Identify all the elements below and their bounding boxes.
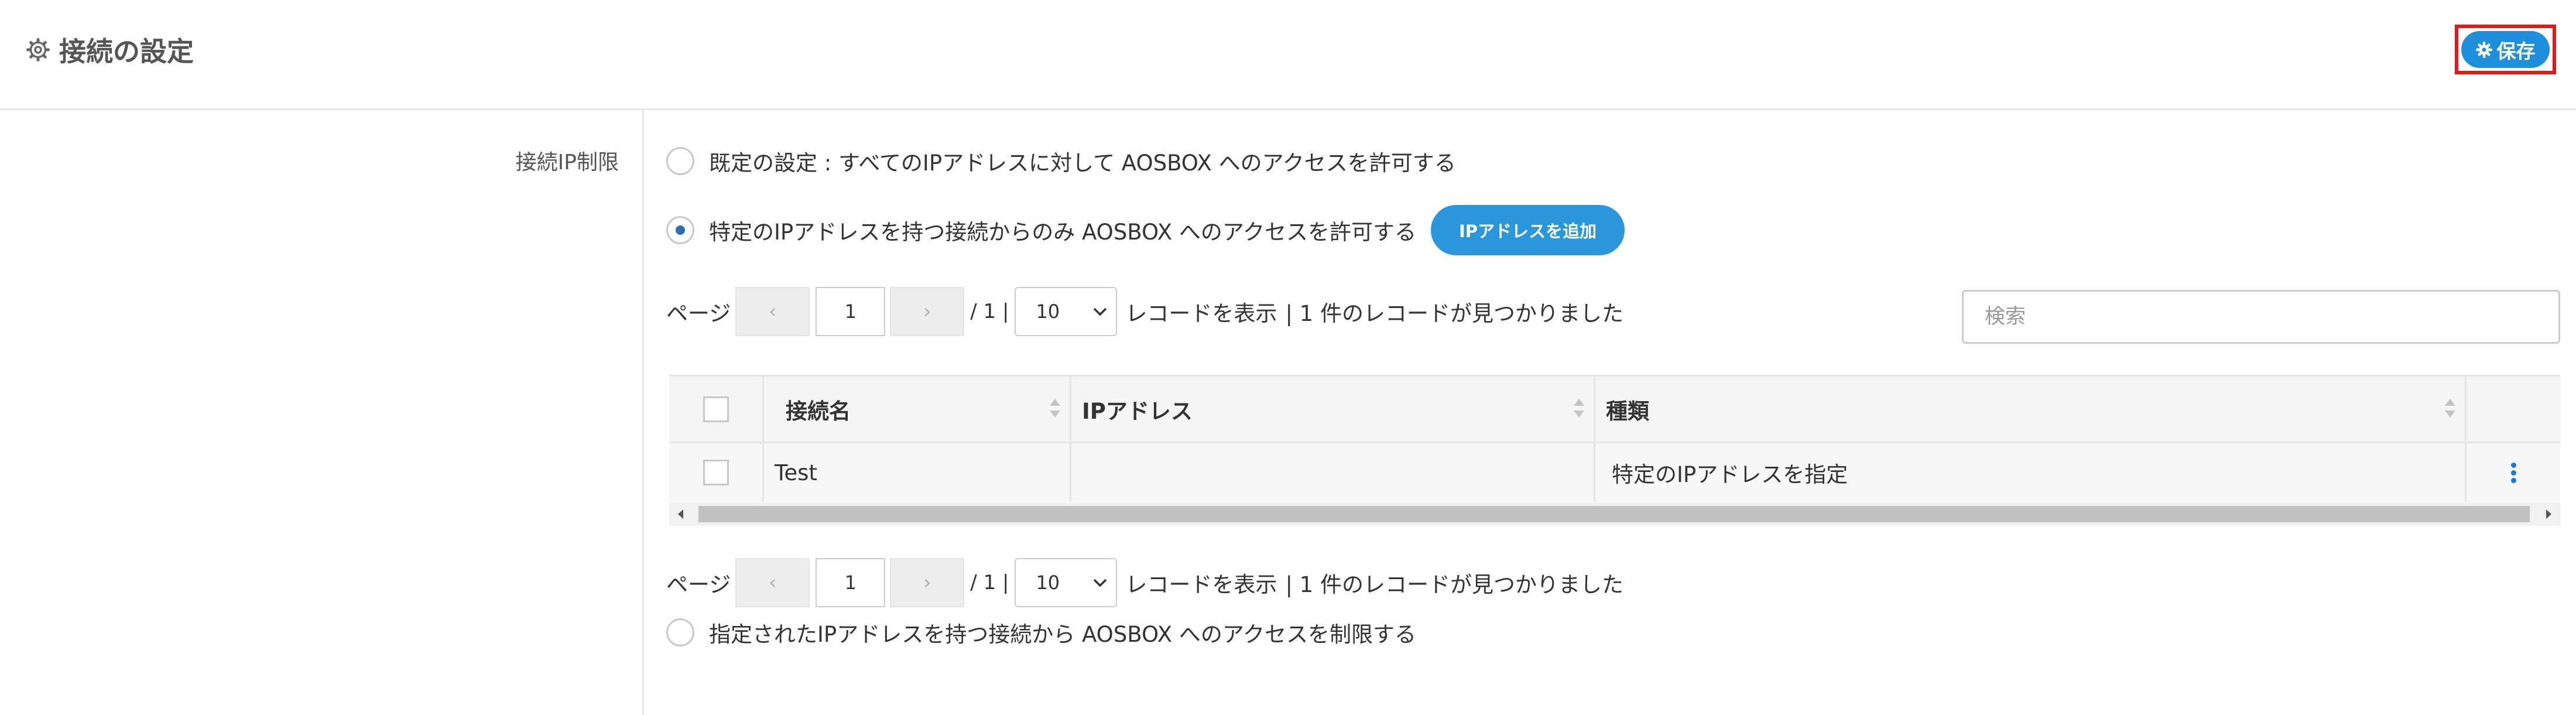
show-records-label: レコードを表示 <box>1125 301 1277 326</box>
ip-restriction-label: 接続IP制限 <box>515 150 619 175</box>
radio-default[interactable] <box>666 147 694 175</box>
add-ip-button[interactable]: IPアドレスを追加 <box>1431 205 1625 255</box>
column-header-name-label: 接続名 <box>786 398 851 424</box>
page-number-input[interactable] <box>816 287 886 336</box>
page-label: ページ <box>666 572 731 597</box>
table-header-row: 接続名 IPアドレス 種類 <box>669 377 2560 443</box>
scrollbar-thumb[interactable] <box>698 506 2530 522</box>
gear-icon <box>26 38 50 61</box>
option-specific[interactable]: 特定のIPアドレスを持つ接続からのみ AOSBOX へのアクセスを許可する IP… <box>666 205 1625 255</box>
chevron-down-icon <box>1094 307 1107 316</box>
row-menu-icon[interactable] <box>2510 461 2516 484</box>
sort-icon[interactable] <box>2444 396 2457 420</box>
page-title: 接続の設定 <box>26 30 194 69</box>
option-restrict[interactable]: 指定されたIPアドレスを持つ接続から AOSBOX へのアクセスを制限する <box>666 617 1416 648</box>
sort-icon[interactable] <box>1049 396 1061 420</box>
radio-selected-dot <box>676 225 685 235</box>
radio-restrict[interactable] <box>666 618 694 646</box>
cell-type-text: 特定のIPアドレスを指定 <box>1612 462 1848 487</box>
chevron-down-icon <box>1094 579 1107 587</box>
column-header-ip-label: IPアドレス <box>1082 398 1193 424</box>
option-default-label: 既定の設定 : すべてのIPアドレスに対して AOSBOX へのアクセスを許可す… <box>709 150 1456 176</box>
gear-icon <box>2475 41 2492 58</box>
records-found-text: | 1 件のレコードが見つかりました <box>1285 301 1623 326</box>
page-total: / 1 | <box>970 300 1009 323</box>
page-label: ページ <box>666 301 731 326</box>
column-header-actions <box>2467 377 2560 442</box>
option-restrict-label: 指定されたIPアドレスを持つ接続から AOSBOX へのアクセスを制限する <box>709 622 1417 647</box>
show-records-label: レコードを表示 <box>1125 572 1277 597</box>
column-header-type[interactable]: 種類 <box>1595 377 2467 442</box>
save-button[interactable]: 保存 <box>2461 31 2550 68</box>
cell-name-text: Test <box>775 460 817 485</box>
column-divider <box>642 110 644 715</box>
radio-specific[interactable] <box>666 216 694 244</box>
row-select-cell <box>669 443 764 502</box>
cell-type: 特定のIPアドレスを指定 <box>1595 443 2467 502</box>
page-title-text: 接続の設定 <box>59 36 194 67</box>
column-header-name[interactable]: 接続名 <box>764 377 1071 442</box>
per-page-select[interactable]: 10 <box>1015 558 1118 607</box>
select-all-checkbox[interactable] <box>703 396 729 422</box>
sort-icon[interactable] <box>1573 396 1585 420</box>
per-page-value: 10 <box>1036 572 1060 594</box>
next-page-button[interactable]: › <box>890 558 965 607</box>
cell-ip <box>1071 443 1595 502</box>
search-input[interactable] <box>1962 290 2560 344</box>
column-header-ip[interactable]: IPアドレス <box>1071 377 1595 442</box>
scroll-left-icon[interactable] <box>676 507 686 521</box>
per-page-select[interactable]: 10 <box>1015 287 1118 336</box>
page-header: 接続の設定 保存 <box>0 0 2576 110</box>
select-all-cell <box>669 377 764 442</box>
page-total: / 1 | <box>970 571 1009 594</box>
row-checkbox[interactable] <box>703 460 729 485</box>
save-button-highlight: 保存 <box>2455 25 2556 74</box>
prev-page-button[interactable]: ‹ <box>735 287 810 336</box>
cell-name: Test <box>764 443 1071 502</box>
next-page-button[interactable]: › <box>890 287 965 336</box>
option-specific-label: 特定のIPアドレスを持つ接続からのみ AOSBOX へのアクセスを許可する <box>709 220 1417 245</box>
column-header-type-label: 種類 <box>1606 398 1649 424</box>
pager-top: ページ ‹ › / 1 | 10 レコードを表示 | 1 件のレコードが見つかり… <box>666 287 1623 336</box>
table-row[interactable]: Test 特定のIPアドレスを指定 <box>669 443 2560 502</box>
row-actions-cell <box>2467 443 2560 502</box>
records-found-text: | 1 件のレコードが見つかりました <box>1285 572 1623 597</box>
scroll-right-icon[interactable] <box>2544 507 2553 521</box>
pager-bottom: ページ ‹ › / 1 | 10 レコードを表示 | 1 件のレコードが見つかり… <box>666 558 1623 607</box>
save-button-label: 保存 <box>2496 39 2536 63</box>
option-default[interactable]: 既定の設定 : すべてのIPアドレスに対して AOSBOX へのアクセスを許可す… <box>666 145 1456 177</box>
prev-page-button[interactable]: ‹ <box>735 558 810 607</box>
table-horizontal-scrollbar[interactable] <box>669 502 2560 526</box>
page-number-input[interactable] <box>816 558 886 607</box>
per-page-value: 10 <box>1036 300 1060 323</box>
